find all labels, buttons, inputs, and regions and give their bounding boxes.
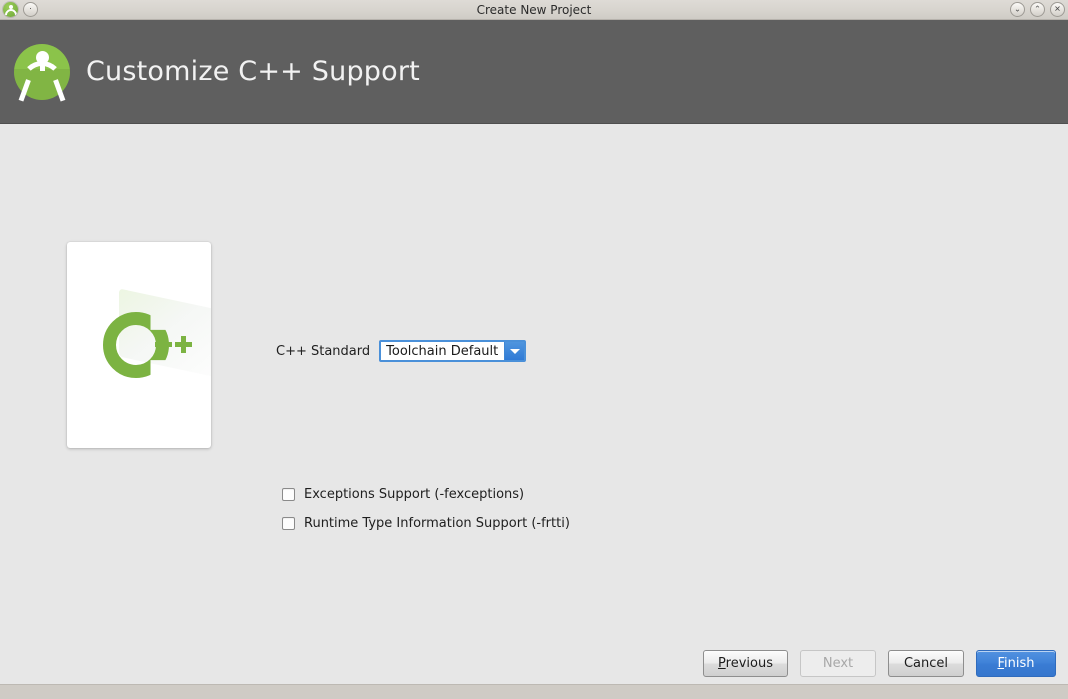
minimize-button[interactable]: ⌄ — [1010, 2, 1025, 17]
finish-button-label: Finish — [997, 656, 1035, 671]
window-title: Create New Project — [476, 3, 592, 17]
exceptions-support-checkbox[interactable] — [282, 487, 295, 501]
close-icon: ✕ — [1054, 4, 1061, 13]
titlebar-window-controls: ⌄ ⌃ ✕ — [1010, 2, 1065, 17]
next-button-label: Next — [822, 656, 854, 671]
chevron-down-icon[interactable] — [504, 342, 525, 360]
cpp-standard-dropdown[interactable]: Toolchain Default — [379, 340, 527, 362]
window-titlebar: · Create New Project ⌄ ⌃ ✕ — [0, 0, 1068, 20]
window-bottom-strip — [0, 684, 1068, 699]
titlebar-left-controls: · — [3, 2, 38, 17]
rtti-support-label: Runtime Type Information Support (-frtti… — [304, 515, 570, 531]
window-menu-icon: · — [29, 4, 32, 13]
cpp-standard-label: C++ Standard — [276, 343, 371, 359]
create-new-project-window: · Create New Project ⌄ ⌃ ✕ Customize C++… — [0, 0, 1068, 699]
android-studio-logo-icon — [14, 43, 70, 102]
next-button[interactable]: Next — [800, 650, 876, 677]
cpp-logo-icon — [67, 242, 211, 448]
minimize-icon: ⌄ — [1014, 4, 1021, 13]
window-menu-button[interactable]: · — [23, 2, 38, 17]
cpp-logo-card — [67, 242, 211, 448]
close-button[interactable]: ✕ — [1050, 2, 1065, 17]
maximize-button[interactable]: ⌃ — [1030, 2, 1045, 17]
exceptions-support-row[interactable]: Exceptions Support (-fexceptions) — [282, 482, 570, 506]
android-studio-icon — [3, 2, 18, 17]
finish-button[interactable]: Finish — [976, 650, 1056, 677]
cancel-button[interactable]: Cancel — [888, 650, 964, 677]
cancel-button-label: Cancel — [903, 656, 949, 671]
previous-button-label: Previous — [718, 656, 773, 671]
cpp-options-group: Exceptions Support (-fexceptions) Runtim… — [282, 482, 570, 540]
cpp-standard-field: C++ Standard Toolchain Default — [276, 340, 527, 362]
wizard-body: C++ Standard Toolchain Default Exception… — [0, 124, 1068, 699]
rtti-support-checkbox[interactable] — [282, 516, 295, 530]
wizard-header: Customize C++ Support — [0, 20, 1068, 124]
page-title: Customize C++ Support — [86, 56, 420, 87]
exceptions-support-label: Exceptions Support (-fexceptions) — [304, 486, 525, 502]
cpp-standard-value: Toolchain Default — [381, 342, 505, 360]
wizard-footer-buttons: Previous Next Cancel Finish — [703, 650, 1056, 677]
rtti-support-row[interactable]: Runtime Type Information Support (-frtti… — [282, 511, 570, 535]
previous-button[interactable]: Previous — [703, 650, 788, 677]
maximize-icon: ⌃ — [1034, 4, 1041, 13]
